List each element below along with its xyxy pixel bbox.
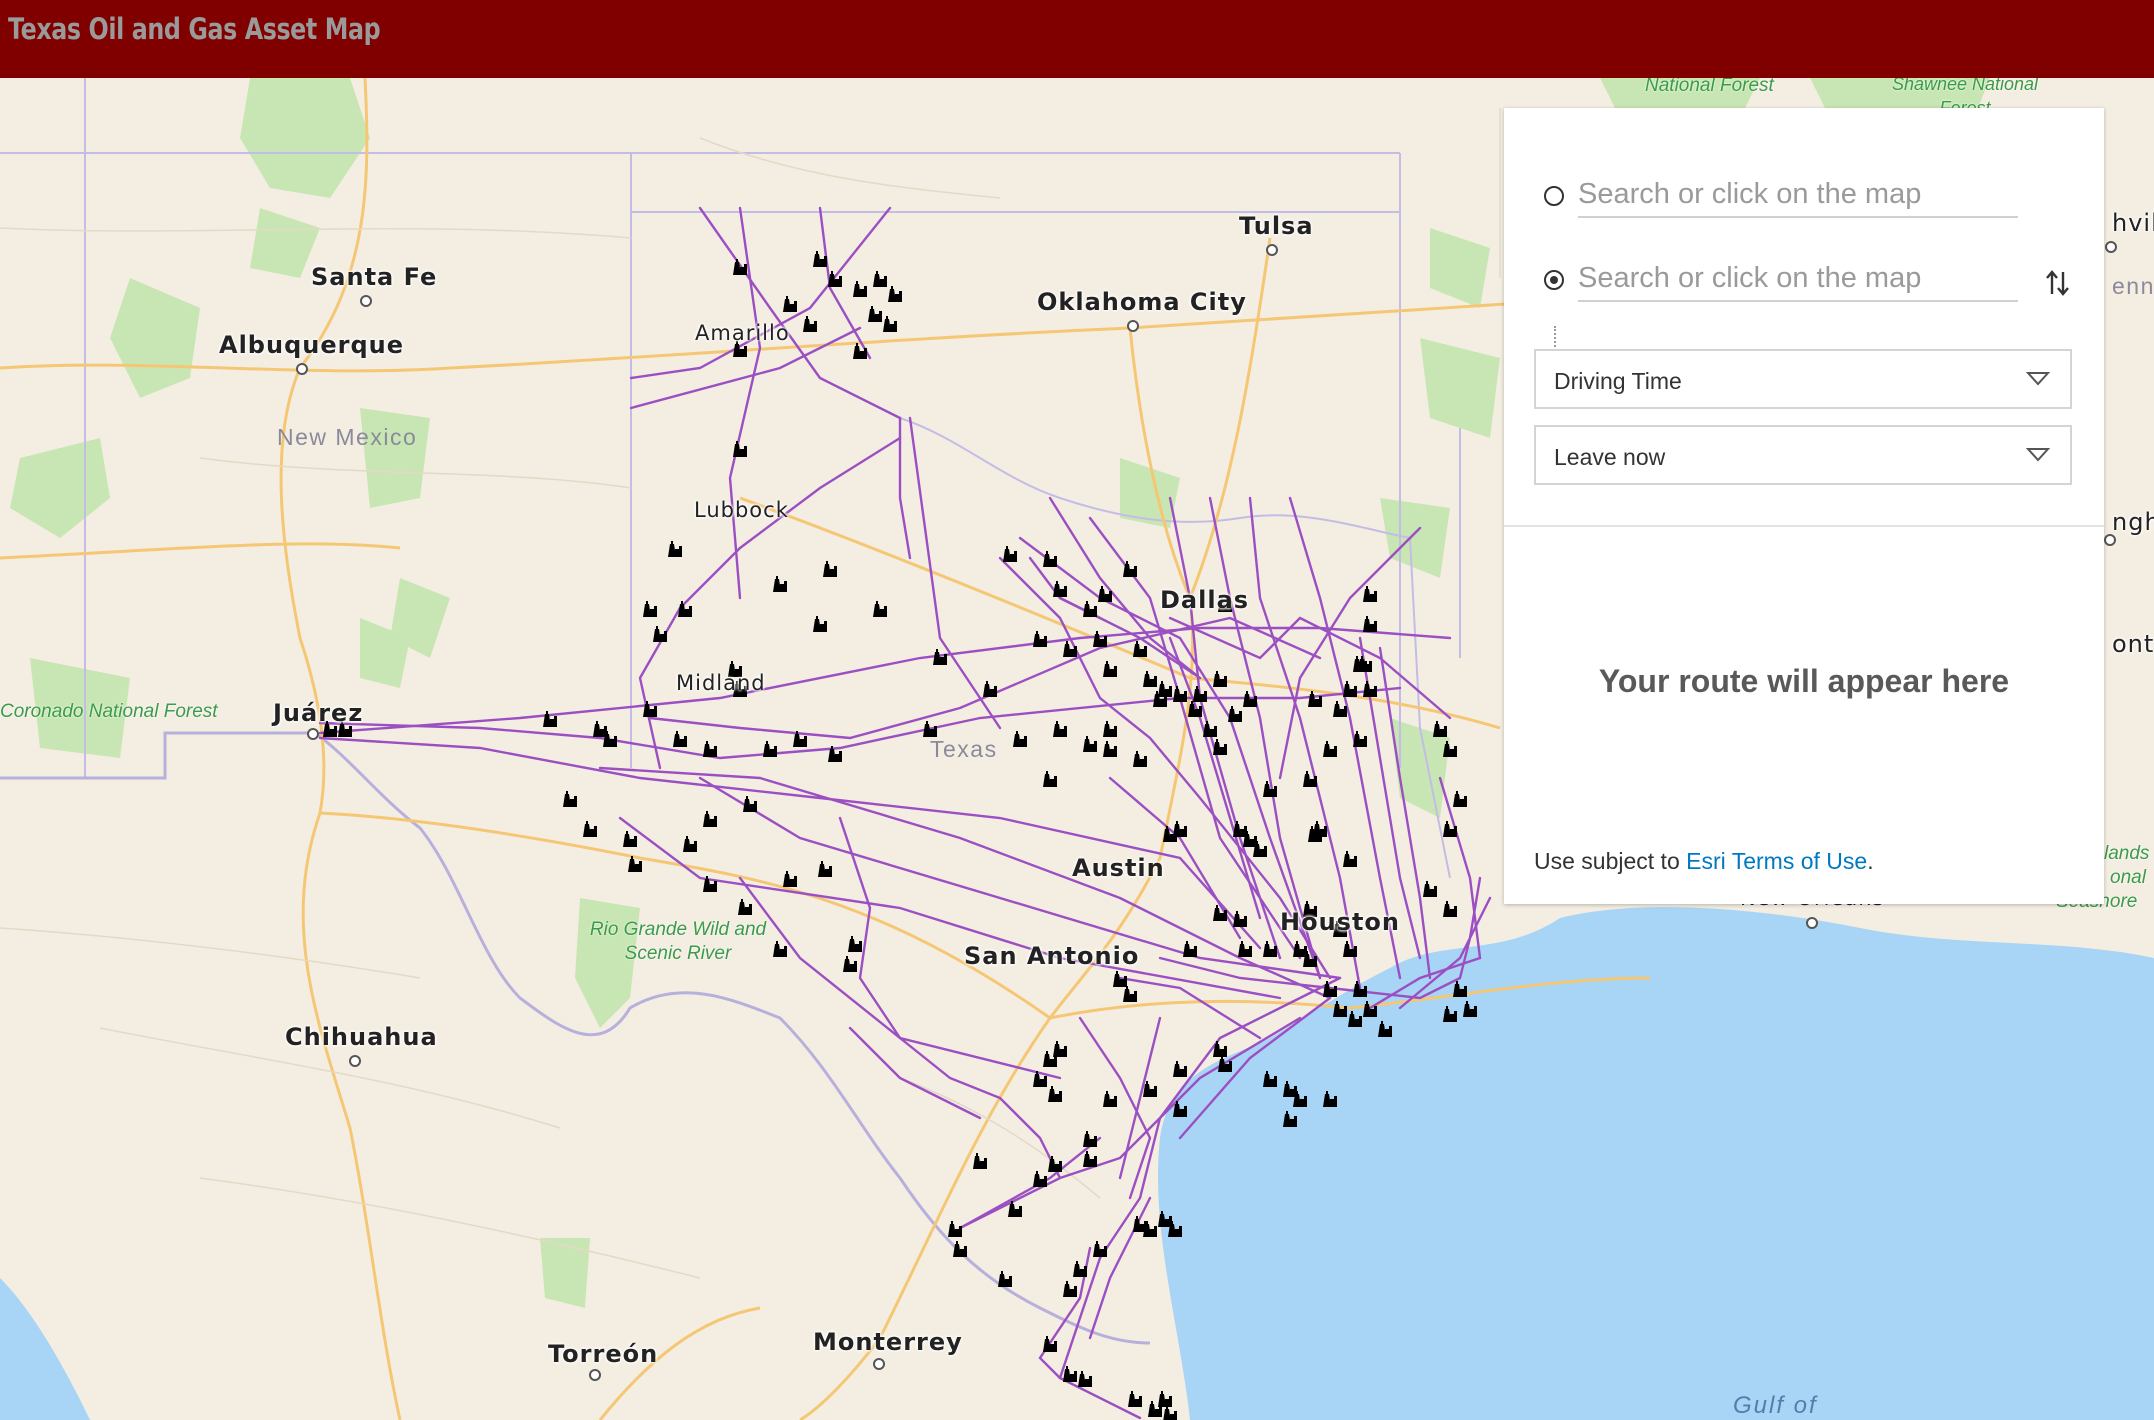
refinery-icon: [323, 251, 1477, 1420]
origin-stop: [1544, 172, 2084, 222]
travel-mode-label: Driving Time: [1554, 368, 1682, 394]
terms-suffix: .: [1867, 848, 1874, 874]
origin-radio[interactable]: [1544, 186, 1564, 206]
destination-search-input[interactable]: [1578, 256, 2018, 302]
route-placeholder: Your route will appear here: [1598, 663, 2010, 699]
terms-prefix: Use subject to: [1534, 848, 1687, 874]
swap-arrows-icon[interactable]: [2044, 268, 2072, 306]
terms-notice: Use subject to Esri Terms of Use.: [1534, 848, 1874, 875]
travel-mode-dropdown[interactable]: Driving Time: [1534, 349, 2072, 409]
origin-search-input[interactable]: [1578, 172, 2018, 218]
departure-label: Leave now: [1554, 444, 1666, 470]
directions-panel: Driving Time Leave now Your route will a…: [1504, 108, 2104, 904]
panel-divider: [1504, 525, 2104, 527]
app-header: Texas Oil and Gas Asset Map: [0, 0, 2154, 78]
destination-stop: [1544, 256, 2084, 306]
departure-dropdown[interactable]: Leave now: [1534, 425, 2072, 485]
app-title: Texas Oil and Gas Asset Map: [8, 12, 381, 46]
destination-radio[interactable]: [1544, 270, 1564, 290]
esri-terms-link[interactable]: Esri Terms of Use: [1686, 848, 1867, 874]
